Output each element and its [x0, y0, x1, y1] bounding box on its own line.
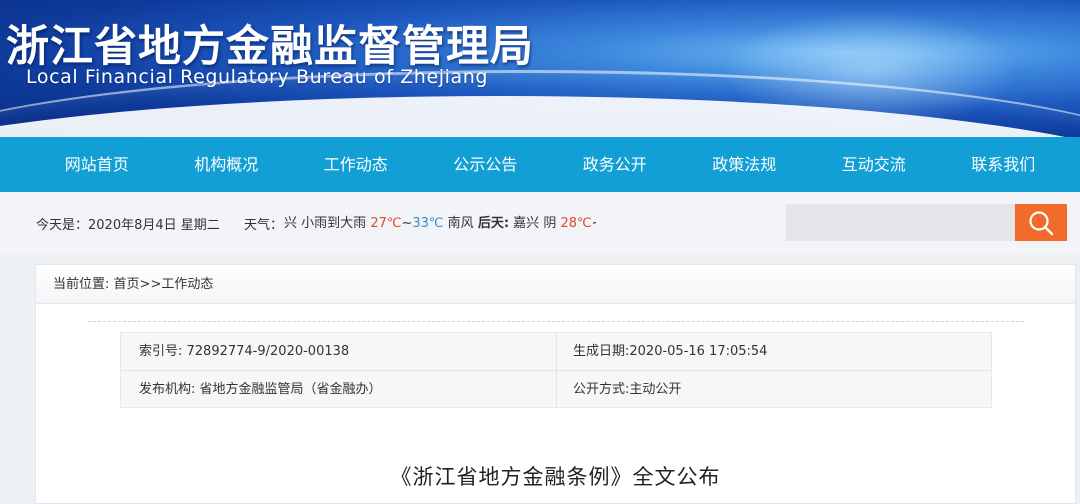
- weather-temp-high-2: 28℃: [560, 216, 592, 231]
- weather-city: 兴: [284, 216, 298, 231]
- meta-created-date: 生成日期:2020-05-16 17:05:54: [573, 344, 768, 359]
- breadcrumb-current[interactable]: 工作动态: [161, 277, 213, 292]
- nav-item-home[interactable]: 网站首页: [32, 137, 162, 192]
- weather-wind: 南风: [447, 216, 474, 231]
- meta-index-number: 索引号: 72892774-9/2020-00138: [139, 344, 350, 359]
- site-banner: 浙江省地方金融监督管理局 Local Financial Regulatory …: [0, 0, 1080, 137]
- divider: [88, 321, 1024, 322]
- site-subtitle: Local Financial Regulatory Bureau of Zhe…: [26, 66, 489, 88]
- meta-publisher: 发布机构: 省地方金融监管局（省金融办）: [139, 382, 382, 397]
- breadcrumb-home-link[interactable]: 首页: [114, 277, 140, 292]
- weather-desc-2: 阴: [543, 216, 557, 231]
- nav-item-interaction[interactable]: 互动交流: [809, 137, 939, 192]
- nav-item-notices[interactable]: 公示公告: [421, 137, 551, 192]
- meta-col-divider: [556, 333, 557, 407]
- weather-temp-sep-2: ~: [592, 216, 596, 231]
- breadcrumb-prefix: 当前位置:: [53, 277, 110, 292]
- nav-item-gov-affairs[interactable]: 政务公开: [550, 137, 680, 192]
- search-icon: [1029, 210, 1054, 235]
- weather-temp-sep: ~: [401, 216, 413, 231]
- nav-item-news[interactable]: 工作动态: [291, 137, 421, 192]
- breadcrumb-separator: >>: [139, 277, 162, 292]
- article-title: 《浙江省地方金融条例》全文公布: [390, 465, 721, 489]
- search-input[interactable]: [786, 204, 1015, 241]
- weather-temp-low: 33℃: [412, 216, 444, 231]
- weather-desc: 小雨到大雨: [301, 216, 367, 231]
- meta-open-mode: 公开方式:主动公开: [573, 382, 682, 397]
- current-date: 今天是：2020年8月4日 星期二: [36, 218, 220, 233]
- content-panel: 当前位置: 首页>>工作动态 索引号: 72892774-9/2020-0013…: [35, 264, 1076, 504]
- nav-item-policies[interactable]: 政策法规: [680, 137, 810, 192]
- weather-ticker: 兴 小雨到大雨 27℃~33℃ 南风 后天: 嘉兴 阴 28℃~34: [284, 212, 596, 232]
- nav-item-about[interactable]: 机构概况: [162, 137, 292, 192]
- document-meta-table: 索引号: 72892774-9/2020-00138 生成日期:2020-05-…: [120, 332, 992, 408]
- nav-item-contact[interactable]: 联系我们: [939, 137, 1069, 192]
- weather-temp-high: 27℃: [370, 216, 402, 231]
- breadcrumb: 当前位置: 首页>>工作动态: [36, 265, 1075, 304]
- weather-city-2: 嘉兴: [513, 216, 540, 231]
- main-nav: 网站首页 机构概况 工作动态 公示公告 政务公开 政策法规 互动交流 联系我们: [0, 137, 1080, 192]
- search-button[interactable]: [1015, 204, 1067, 241]
- weather-after-label: 后天:: [477, 216, 510, 231]
- weather-label: 天气：: [244, 218, 284, 233]
- site-title: 浙江省地方金融监督管理局: [6, 22, 534, 72]
